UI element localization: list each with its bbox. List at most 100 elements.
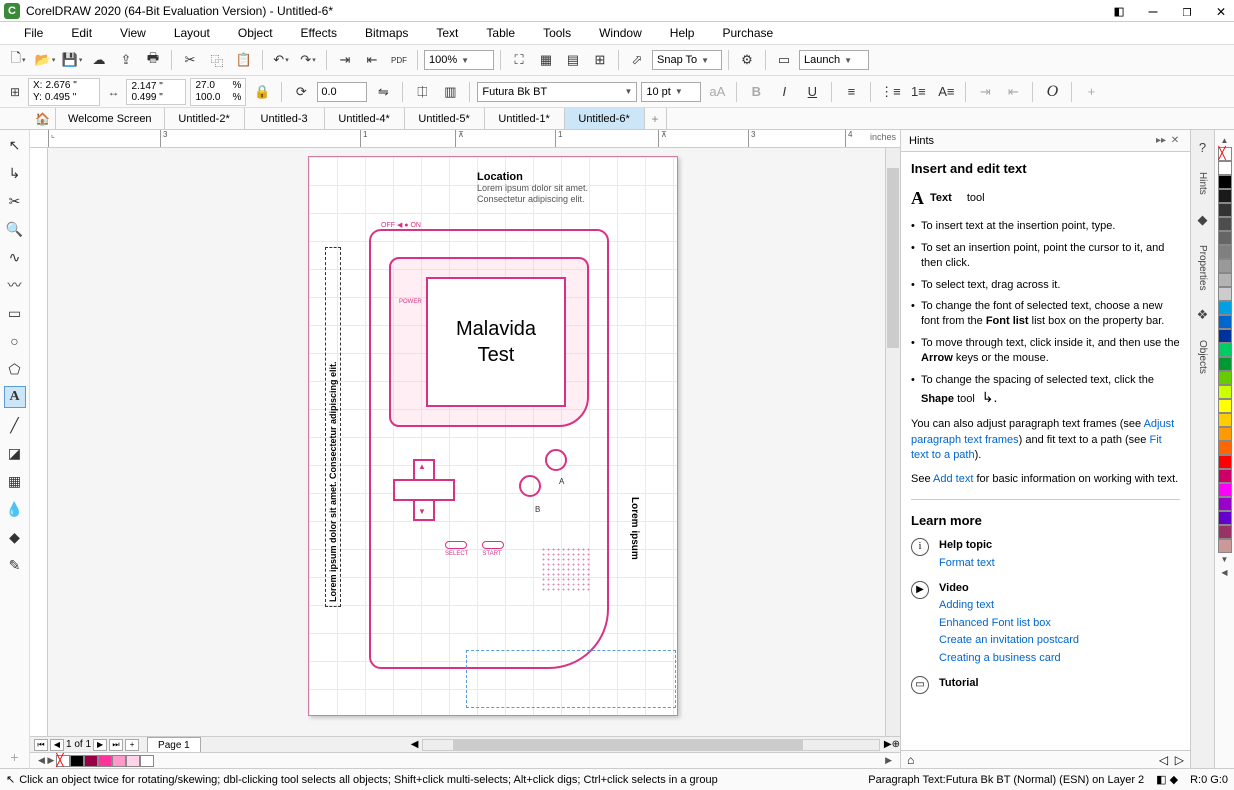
tab-doc-1[interactable]: Untitled-3 bbox=[245, 108, 325, 129]
zoom-tool[interactable]: 🔍 bbox=[4, 218, 26, 240]
vertical-scrollbar[interactable] bbox=[885, 148, 900, 736]
page-first[interactable]: ⏮ bbox=[34, 739, 48, 751]
redo-button[interactable]: ↷ bbox=[296, 48, 320, 72]
user-icon[interactable]: ◧ bbox=[1110, 2, 1128, 20]
underline-button[interactable]: U bbox=[800, 80, 824, 104]
scale-fields[interactable]: % % bbox=[190, 78, 246, 106]
maximize-button[interactable]: ❐ bbox=[1178, 2, 1196, 20]
doc-swatch[interactable] bbox=[112, 755, 126, 767]
palette-expand[interactable]: ◀ bbox=[1219, 566, 1229, 579]
size-fields[interactable] bbox=[126, 79, 186, 105]
indent-inc-button[interactable]: ⇥ bbox=[973, 80, 997, 104]
menu-bitmaps[interactable]: Bitmaps bbox=[351, 24, 422, 42]
fill-indicator[interactable]: ◧ ◆ bbox=[1156, 773, 1178, 786]
sx-field[interactable] bbox=[195, 80, 229, 91]
minimize-button[interactable]: — bbox=[1144, 2, 1162, 20]
indent-dec-button[interactable]: ⇤ bbox=[1001, 80, 1025, 104]
new-button[interactable]: 🗋 bbox=[6, 48, 30, 72]
hscroll-right[interactable]: ▶ bbox=[884, 739, 892, 750]
objects-icon[interactable]: ❖ bbox=[1194, 306, 1212, 324]
color-swatch[interactable] bbox=[1218, 441, 1232, 455]
palette-left[interactable]: ◀ ▶ bbox=[36, 755, 56, 766]
docker-home-icon[interactable]: ⌂ bbox=[907, 753, 914, 767]
mirror-h-button[interactable]: ⇋ bbox=[371, 80, 395, 104]
add-tab-button[interactable]: + bbox=[645, 108, 667, 129]
dpad[interactable]: ▲ ▼ ◀ ▶ bbox=[393, 459, 453, 519]
color-swatch[interactable] bbox=[1218, 427, 1232, 441]
options-button[interactable]: ⚙ bbox=[735, 48, 759, 72]
select-start[interactable]: SELECT START bbox=[445, 541, 504, 557]
color-swatch[interactable] bbox=[1218, 497, 1232, 511]
export-button[interactable]: ⇤ bbox=[360, 48, 384, 72]
menu-effects[interactable]: Effects bbox=[287, 24, 351, 42]
color-swatch[interactable] bbox=[1218, 525, 1232, 539]
tab-doc-4[interactable]: Untitled-1* bbox=[485, 108, 565, 129]
lock-ratio-button[interactable]: 🔒 bbox=[250, 80, 274, 104]
y-field[interactable] bbox=[45, 92, 95, 103]
color-swatch[interactable] bbox=[1218, 189, 1232, 203]
launch-icon[interactable]: ▭ bbox=[772, 48, 796, 72]
color-swatch[interactable] bbox=[1218, 203, 1232, 217]
video-link[interactable]: Create an invitation postcard bbox=[939, 633, 1079, 648]
close-button[interactable]: ✕ bbox=[1212, 2, 1230, 20]
snap-icon[interactable]: ⬀ bbox=[625, 48, 649, 72]
position-fields[interactable]: X: Y: bbox=[28, 78, 100, 106]
doc-swatch[interactable] bbox=[98, 755, 112, 767]
tab-doc-3[interactable]: Untitled-5* bbox=[405, 108, 485, 129]
open-button[interactable]: 📂 bbox=[33, 48, 57, 72]
color-swatch[interactable] bbox=[1218, 217, 1232, 231]
color-swatch[interactable] bbox=[1218, 357, 1232, 371]
cloud-down-icon[interactable]: ⇪ bbox=[114, 48, 138, 72]
color-swatch[interactable] bbox=[1218, 385, 1232, 399]
nav-target[interactable]: ⊕ bbox=[892, 739, 900, 750]
fullscreen-button[interactable]: ⛶ bbox=[507, 48, 531, 72]
add-property-button[interactable]: + bbox=[1079, 80, 1103, 104]
palette-right[interactable]: ▶ bbox=[883, 755, 894, 766]
page-add[interactable]: + bbox=[125, 739, 139, 751]
home-tab[interactable]: 🏠 bbox=[30, 108, 56, 129]
video-link[interactable]: Creating a business card bbox=[939, 651, 1079, 666]
freehand-tool[interactable]: ∿ bbox=[4, 246, 26, 268]
video-link[interactable]: Adding text bbox=[939, 598, 1079, 613]
side-text-frame[interactable]: Lorem ipsum dolor sit amet. Consectetur … bbox=[325, 247, 341, 607]
add-tool-button[interactable]: + bbox=[4, 746, 26, 768]
bold-button[interactable]: B bbox=[744, 80, 768, 104]
doc-swatch[interactable] bbox=[70, 755, 84, 767]
rectangle-tool[interactable]: ▭ bbox=[4, 302, 26, 324]
bullets-button[interactable]: ⋮≡ bbox=[878, 80, 902, 104]
color-swatch[interactable] bbox=[1218, 301, 1232, 315]
dropcap-button[interactable]: A≡ bbox=[934, 80, 958, 104]
menu-purchase[interactable]: Purchase bbox=[708, 24, 787, 42]
palette-down[interactable]: ▼ bbox=[1219, 553, 1231, 566]
link-add-text[interactable]: Add text bbox=[933, 473, 973, 485]
properties-icon[interactable]: ◆ bbox=[1194, 211, 1212, 229]
rulers-button[interactable]: ▦ bbox=[534, 48, 558, 72]
parallel-tool[interactable]: ╱ bbox=[4, 414, 26, 436]
color-swatch[interactable] bbox=[1218, 245, 1232, 259]
import-button[interactable]: ⇥ bbox=[333, 48, 357, 72]
color-swatch[interactable] bbox=[1218, 231, 1232, 245]
location-callout[interactable]: Location Lorem ipsum dolor sit amet. Con… bbox=[477, 171, 588, 205]
page[interactable]: Location Lorem ipsum dolor sit amet. Con… bbox=[308, 156, 678, 716]
font-case-button[interactable]: aA bbox=[705, 80, 729, 104]
color-swatch[interactable] bbox=[1218, 455, 1232, 469]
side-lorem[interactable]: Lorem ipsum bbox=[629, 497, 640, 560]
page-next[interactable]: ▶ bbox=[93, 739, 107, 751]
menu-file[interactable]: File bbox=[10, 24, 57, 42]
color-swatch[interactable] bbox=[1218, 371, 1232, 385]
pdf-button[interactable]: PDF bbox=[387, 48, 411, 72]
link-format-text[interactable]: Format text bbox=[939, 556, 995, 571]
sidetab-objects[interactable]: Objects bbox=[1195, 332, 1210, 382]
doc-swatch[interactable] bbox=[140, 755, 154, 767]
video-link[interactable]: Enhanced Font list box bbox=[939, 616, 1079, 631]
color-swatch[interactable] bbox=[1218, 315, 1232, 329]
ruler-vertical[interactable] bbox=[30, 148, 48, 736]
launch-combo[interactable]: Launch▼ bbox=[799, 50, 869, 70]
color-swatch[interactable] bbox=[1218, 413, 1232, 427]
polygon-tool[interactable]: ⬠ bbox=[4, 358, 26, 380]
cloud-up-icon[interactable]: ☁ bbox=[87, 48, 111, 72]
print-button[interactable]: 🖶 bbox=[141, 48, 165, 72]
x-field[interactable] bbox=[45, 80, 95, 91]
color-swatch[interactable] bbox=[1218, 175, 1232, 189]
page-last[interactable]: ⏭ bbox=[109, 739, 123, 751]
